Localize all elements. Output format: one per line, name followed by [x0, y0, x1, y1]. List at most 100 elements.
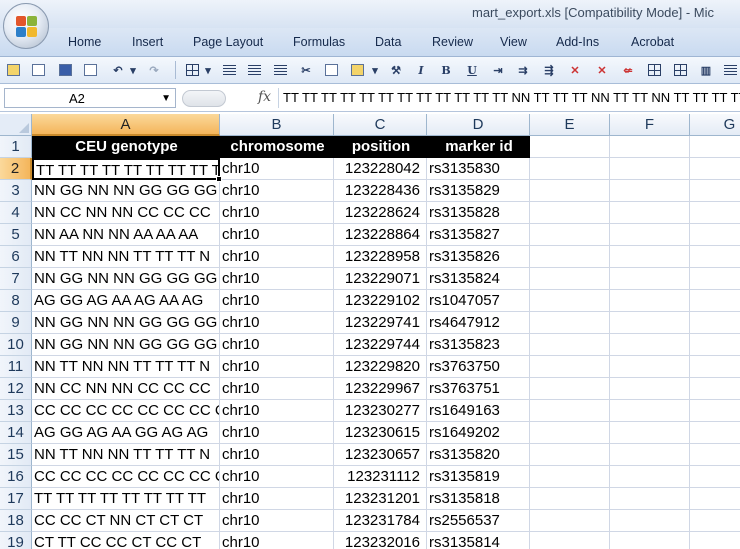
- open-icon[interactable]: [5, 62, 21, 78]
- cell-a12[interactable]: NN CC NN NN CC CC CC: [32, 378, 220, 400]
- row-header-9[interactable]: 9: [0, 312, 32, 334]
- row-header-8[interactable]: 8: [0, 290, 32, 312]
- cell-b6[interactable]: chr10: [220, 246, 334, 268]
- active-cell[interactable]: TT TT TT TT TT TT TT TT TT: [32, 158, 220, 180]
- cell-a16[interactable]: CC CC CC CC CC CC CC C: [32, 466, 220, 488]
- cell-g14[interactable]: [690, 422, 740, 444]
- row-header-1[interactable]: 1: [0, 136, 32, 158]
- cell-b10[interactable]: chr10: [220, 334, 334, 356]
- cell-b3[interactable]: chr10: [220, 180, 334, 202]
- undo-dropdown-icon[interactable]: ▾: [125, 62, 141, 78]
- cell-f8[interactable]: [610, 290, 690, 312]
- cell-e17[interactable]: [530, 488, 610, 510]
- cell-g11[interactable]: [690, 356, 740, 378]
- row-header-5[interactable]: 5: [0, 224, 32, 246]
- chevron-down-icon[interactable]: ▼: [161, 93, 171, 104]
- cell-a18[interactable]: CC CC CT NN CT CT CT: [32, 510, 220, 532]
- cell-e15[interactable]: [530, 444, 610, 466]
- cell-d14[interactable]: rs1649202: [427, 422, 530, 444]
- name-box[interactable]: A2 ▼: [4, 88, 176, 108]
- cell-d13[interactable]: rs1649163: [427, 400, 530, 422]
- cell-b19[interactable]: chr10: [220, 532, 334, 549]
- cell-e10[interactable]: [530, 334, 610, 356]
- cell-b2[interactable]: chr10: [220, 158, 334, 180]
- row-header-11[interactable]: 11: [0, 356, 32, 378]
- cell-d8[interactable]: rs1047057: [427, 290, 530, 312]
- insert-rows-icon[interactable]: ⇉: [515, 62, 531, 78]
- cell-d11[interactable]: rs3763750: [427, 356, 530, 378]
- cell-g7[interactable]: [690, 268, 740, 290]
- column-header-e[interactable]: E: [530, 114, 610, 136]
- cell-e5[interactable]: [530, 224, 610, 246]
- formula-splitter[interactable]: [182, 90, 226, 107]
- cell-d1[interactable]: marker id: [427, 136, 530, 158]
- borders-icon[interactable]: [184, 62, 200, 78]
- cell-a15[interactable]: NN TT NN NN TT TT TT N: [32, 444, 220, 466]
- cell-f13[interactable]: [610, 400, 690, 422]
- cell-b9[interactable]: chr10: [220, 312, 334, 334]
- cell-e13[interactable]: [530, 400, 610, 422]
- align-right-icon[interactable]: [272, 62, 288, 78]
- cell-a3[interactable]: NN GG NN NN GG GG GG: [32, 180, 220, 202]
- cell-f10[interactable]: [610, 334, 690, 356]
- row-header-15[interactable]: 15: [0, 444, 32, 466]
- cell-e7[interactable]: [530, 268, 610, 290]
- insert-columns-icon[interactable]: ⇶: [541, 62, 557, 78]
- cell-f11[interactable]: [610, 356, 690, 378]
- row-header-3[interactable]: 3: [0, 180, 32, 202]
- row-header-2[interactable]: 2: [0, 158, 32, 180]
- cell-a19[interactable]: CT TT CC CC CT CC CT: [32, 532, 220, 549]
- row-header-13[interactable]: 13: [0, 400, 32, 422]
- delete-columns-icon[interactable]: ✕: [594, 62, 610, 78]
- cell-e16[interactable]: [530, 466, 610, 488]
- row-header-16[interactable]: 16: [0, 466, 32, 488]
- cell-f14[interactable]: [610, 422, 690, 444]
- cell-d7[interactable]: rs3135824: [427, 268, 530, 290]
- tab-insert[interactable]: Insert: [132, 35, 163, 49]
- paste-icon[interactable]: [349, 62, 365, 78]
- cell-d12[interactable]: rs3763751: [427, 378, 530, 400]
- row-header-4[interactable]: 4: [0, 202, 32, 224]
- delete-rows-icon[interactable]: ✕: [567, 62, 583, 78]
- bold-icon[interactable]: B: [438, 62, 454, 78]
- fill-handle[interactable]: [216, 176, 222, 182]
- cell-g16[interactable]: [690, 466, 740, 488]
- tab-acrobat[interactable]: Acrobat: [631, 35, 674, 49]
- cell-d18[interactable]: rs2556537: [427, 510, 530, 532]
- cell-f4[interactable]: [610, 202, 690, 224]
- cell-e1[interactable]: [530, 136, 610, 158]
- cell-b17[interactable]: chr10: [220, 488, 334, 510]
- cell-b8[interactable]: chr10: [220, 290, 334, 312]
- cell-c9[interactable]: 123229741: [334, 312, 427, 334]
- table-icon[interactable]: [672, 62, 688, 78]
- cell-a11[interactable]: NN TT NN NN TT TT TT N: [32, 356, 220, 378]
- tab-review[interactable]: Review: [432, 35, 473, 49]
- italic-icon[interactable]: I: [413, 62, 429, 78]
- cell-d19[interactable]: rs3135814: [427, 532, 530, 549]
- column-header-d[interactable]: D: [427, 114, 530, 136]
- row-header-10[interactable]: 10: [0, 334, 32, 356]
- cell-c1[interactable]: position: [334, 136, 427, 158]
- cell-e12[interactable]: [530, 378, 610, 400]
- cell-f2[interactable]: [610, 158, 690, 180]
- select-all-button[interactable]: [0, 114, 32, 136]
- cell-e6[interactable]: [530, 246, 610, 268]
- cell-b12[interactable]: chr10: [220, 378, 334, 400]
- underline-icon[interactable]: U: [464, 62, 480, 78]
- cell-c3[interactable]: 123228436: [334, 180, 427, 202]
- cell-g10[interactable]: [690, 334, 740, 356]
- cell-c4[interactable]: 123228624: [334, 202, 427, 224]
- cell-e8[interactable]: [530, 290, 610, 312]
- office-button[interactable]: [3, 3, 49, 49]
- cell-a13[interactable]: CC CC CC CC CC CC CC C: [32, 400, 220, 422]
- cell-b18[interactable]: chr10: [220, 510, 334, 532]
- align-center-icon[interactable]: [246, 62, 262, 78]
- save-icon[interactable]: [57, 62, 73, 78]
- cell-e19[interactable]: [530, 532, 610, 549]
- more-icon[interactable]: [722, 62, 738, 78]
- row-header-7[interactable]: 7: [0, 268, 32, 290]
- format-painter-icon[interactable]: ⚒: [388, 62, 404, 78]
- cell-a1[interactable]: CEU genotype: [32, 136, 220, 158]
- cell-c5[interactable]: 123228864: [334, 224, 427, 246]
- cell-f18[interactable]: [610, 510, 690, 532]
